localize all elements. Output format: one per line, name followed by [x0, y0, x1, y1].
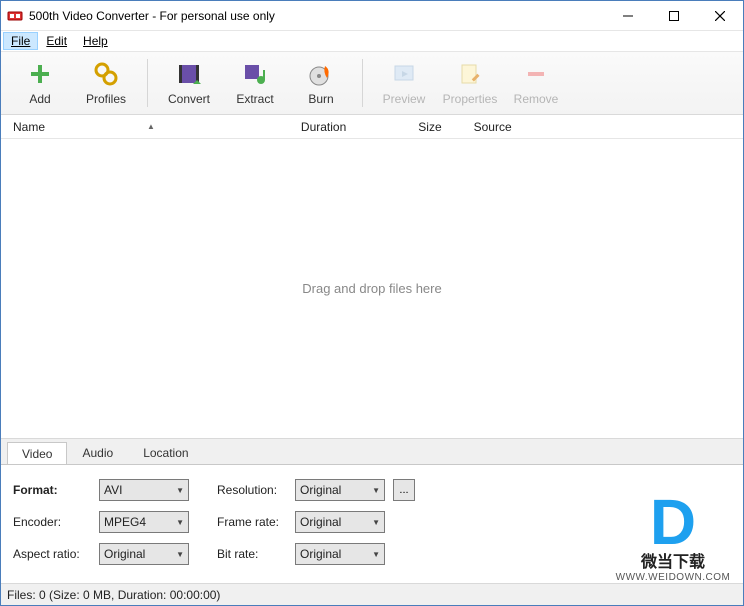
app-icon — [7, 8, 23, 24]
format-select[interactable]: AVI▼ — [99, 479, 189, 501]
extract-button[interactable]: Extract — [224, 60, 286, 106]
col-name[interactable]: Name — [7, 120, 67, 134]
video-settings-panel: Format: AVI▼ Encoder: MPEG4▼ Aspect rati… — [1, 464, 743, 583]
titlebar: 500th Video Converter - For personal use… — [1, 1, 743, 31]
col-size[interactable]: Size — [412, 120, 447, 134]
preview-label: Preview — [383, 92, 426, 106]
toolbar-separator — [147, 59, 148, 107]
plus-icon — [26, 60, 54, 88]
format-label: Format: — [13, 483, 95, 497]
tab-location[interactable]: Location — [128, 441, 203, 464]
dropzone-hint: Drag and drop files here — [302, 281, 441, 296]
menu-edit[interactable]: Edit — [38, 32, 75, 50]
minimize-button[interactable] — [605, 1, 651, 30]
file-list-dropzone[interactable]: Drag and drop files here — [1, 139, 743, 438]
window-title: 500th Video Converter - For personal use… — [29, 9, 605, 23]
remove-button: Remove — [505, 60, 567, 106]
close-button[interactable] — [697, 1, 743, 30]
status-text: Files: 0 (Size: 0 MB, Duration: 00:00:00… — [7, 588, 220, 602]
add-label: Add — [29, 92, 50, 106]
properties-label: Properties — [443, 92, 498, 106]
music-icon — [241, 60, 269, 88]
properties-button: Properties — [439, 60, 501, 106]
menubar: File Edit Help — [1, 31, 743, 51]
tab-video[interactable]: Video — [7, 442, 67, 465]
toolbar: Add Profiles Convert Extract Burn Previe… — [1, 51, 743, 115]
col-source[interactable]: Source — [468, 120, 518, 134]
burn-label: Burn — [308, 92, 333, 106]
preview-button: Preview — [373, 60, 435, 106]
tab-audio[interactable]: Audio — [67, 441, 128, 464]
aspect-select[interactable]: Original▼ — [99, 543, 189, 565]
encoder-select[interactable]: MPEG4▼ — [99, 511, 189, 533]
framerate-select[interactable]: Original▼ — [295, 511, 385, 533]
statusbar: Files: 0 (Size: 0 MB, Duration: 00:00:00… — [1, 583, 743, 605]
resolution-label: Resolution: — [217, 483, 291, 497]
convert-label: Convert — [168, 92, 210, 106]
maximize-button[interactable] — [651, 1, 697, 30]
settings-tabs: Video Audio Location — [1, 438, 743, 464]
profiles-label: Profiles — [86, 92, 126, 106]
bitrate-select[interactable]: Original▼ — [295, 543, 385, 565]
gear-icon — [92, 60, 120, 88]
extract-label: Extract — [236, 92, 273, 106]
resolution-select[interactable]: Original▼ — [295, 479, 385, 501]
film-icon — [175, 60, 203, 88]
disc-flame-icon — [307, 60, 335, 88]
burn-button[interactable]: Burn — [290, 60, 352, 106]
watermark-logo: D — [613, 494, 733, 552]
framerate-label: Frame rate: — [217, 515, 291, 529]
column-header: Name ▲ Duration Size Source — [1, 115, 743, 139]
watermark: D 微当下载 WWW.WEIDOWN.COM — [613, 494, 733, 583]
menu-help[interactable]: Help — [75, 32, 116, 50]
convert-button[interactable]: Convert — [158, 60, 220, 106]
aspect-label: Aspect ratio: — [13, 547, 95, 561]
encoder-label: Encoder: — [13, 515, 95, 529]
watermark-url: WWW.WEIDOWN.COM — [613, 572, 733, 583]
watermark-cn: 微当下载 — [613, 548, 733, 572]
sort-asc-icon: ▲ — [147, 122, 155, 131]
app-window: 500th Video Converter - For personal use… — [0, 0, 744, 606]
col-duration[interactable]: Duration — [295, 120, 352, 134]
preview-icon — [390, 60, 418, 88]
toolbar-separator — [362, 59, 363, 107]
pencil-page-icon — [456, 60, 484, 88]
menu-file[interactable]: File — [3, 32, 38, 50]
profiles-button[interactable]: Profiles — [75, 60, 137, 106]
minus-icon — [522, 60, 550, 88]
add-button[interactable]: Add — [9, 60, 71, 106]
bitrate-label: Bit rate: — [217, 547, 291, 561]
resolution-more-button[interactable]: ... — [393, 479, 415, 501]
remove-label: Remove — [514, 92, 559, 106]
